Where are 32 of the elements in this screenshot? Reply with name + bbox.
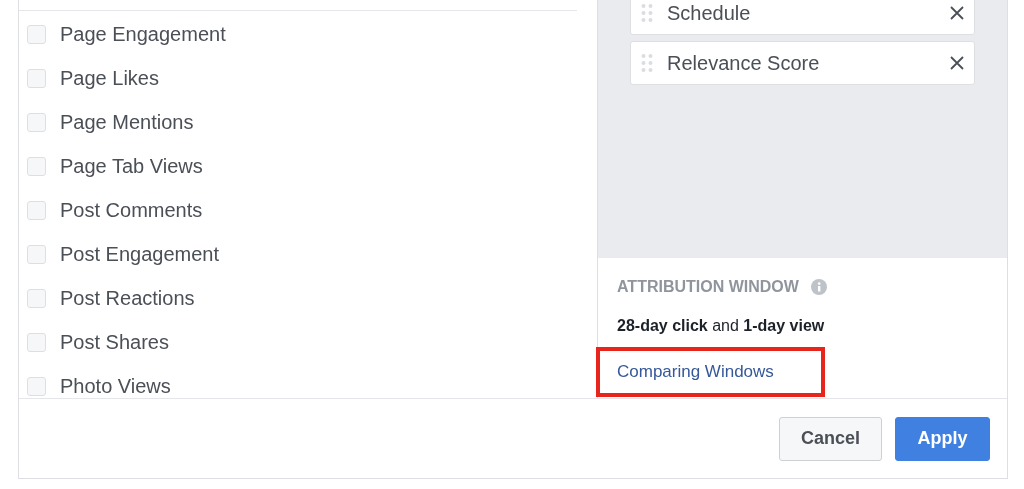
checkbox[interactable] xyxy=(27,244,46,264)
metric-label[interactable]: Post Comments xyxy=(60,198,203,222)
column-name: Relevance Score xyxy=(667,51,821,75)
checkbox[interactable] xyxy=(27,376,46,396)
column-chip[interactable]: Relevance Score xyxy=(630,41,975,85)
metric-label[interactable]: Page Likes xyxy=(60,66,159,90)
metric-label[interactable]: Post Engagement xyxy=(60,242,219,266)
info-icon[interactable] xyxy=(810,279,827,295)
metric-label[interactable]: Post Reactions xyxy=(60,286,195,310)
close-icon[interactable] xyxy=(950,6,964,20)
checkbox[interactable] xyxy=(27,24,46,44)
attribution-summary: 28-day click and 1-day view xyxy=(617,317,826,335)
checkbox[interactable] xyxy=(27,200,46,220)
metric-label[interactable]: Post Shares xyxy=(60,330,169,354)
checkbox[interactable] xyxy=(27,112,46,132)
metric-label[interactable]: Page Tab Views xyxy=(60,154,203,178)
checkbox[interactable] xyxy=(27,68,46,88)
checkbox[interactable] xyxy=(27,288,46,308)
drag-handle-icon[interactable] xyxy=(641,4,653,22)
checkbox[interactable] xyxy=(27,332,46,352)
column-chip[interactable]: Schedule xyxy=(630,0,975,35)
comparing-windows-link[interactable]: Comparing Windows xyxy=(617,362,774,382)
checkbox[interactable] xyxy=(27,156,46,176)
close-icon[interactable] xyxy=(950,56,964,70)
metric-label[interactable]: Page Mentions xyxy=(60,110,194,134)
column-name: Schedule xyxy=(667,1,752,25)
metric-label[interactable]: Photo Views xyxy=(60,374,171,398)
section-title: ATTRIBUTION WINDOW xyxy=(617,278,799,296)
drag-handle-icon[interactable] xyxy=(641,54,653,72)
cancel-button[interactable]: Cancel xyxy=(779,416,882,461)
metric-label[interactable]: Page Engagement xyxy=(60,22,226,46)
apply-button[interactable]: Apply xyxy=(895,416,990,461)
